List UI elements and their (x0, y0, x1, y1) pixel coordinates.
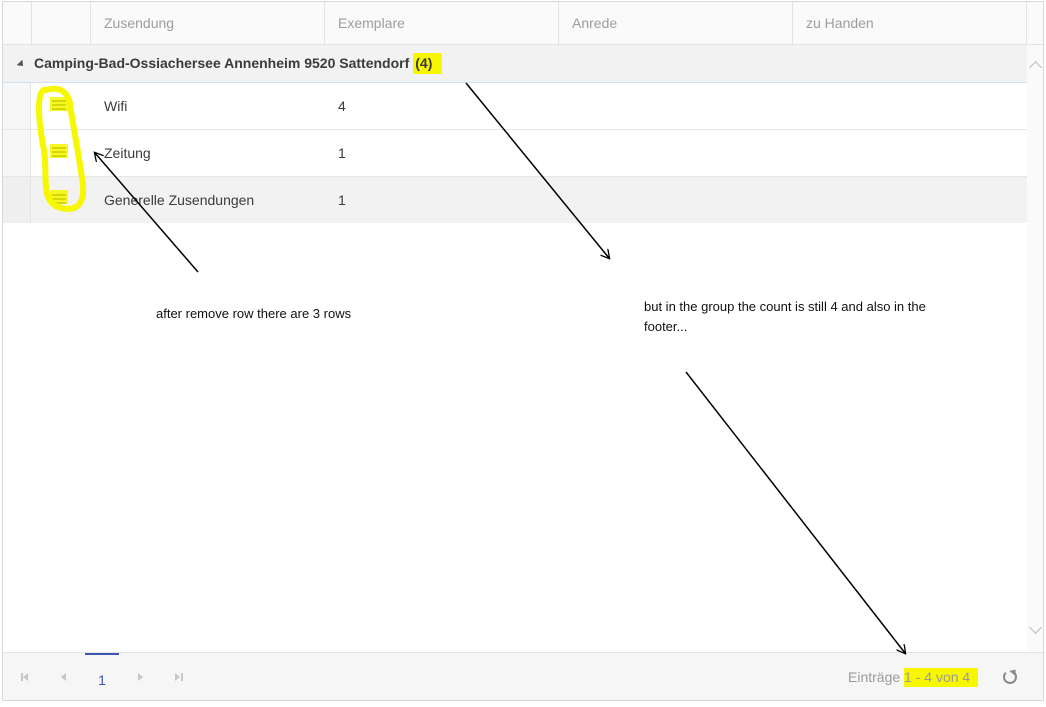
refresh-icon[interactable] (1003, 670, 1017, 684)
cell-zu-handen (793, 130, 1027, 176)
cell-zusendung: Generelle Zusendungen (104, 192, 255, 208)
table-row[interactable]: Generelle Zusendungen 1 (3, 177, 1027, 223)
header-zu-handen[interactable]: zu Handen (793, 2, 1027, 45)
row-action-cell (32, 83, 91, 129)
next-page-icon[interactable] (136, 671, 148, 683)
cell-anrede (559, 177, 793, 223)
group-title: Camping-Bad-Ossiachersee Annenheim 9520 … (34, 55, 410, 71)
header-zusendung[interactable]: Zusendung (91, 2, 325, 45)
cell-exemplare: 1 (338, 192, 346, 208)
row-action-cell (32, 177, 91, 223)
cell-zu-handen (793, 177, 1027, 223)
row-header (3, 130, 31, 176)
header-cell-blank (3, 2, 32, 45)
grid-footer-pager: 1 Einträge 1 - 4 von 4 (3, 652, 1043, 700)
cell-anrede (559, 83, 793, 129)
table-row[interactable]: Wifi 4 (3, 83, 1027, 130)
scroll-down-icon[interactable] (1029, 621, 1042, 634)
pager-info-prefix: Einträge (848, 669, 901, 685)
grid-header: Zusendung Exemplare Anrede zu Handen (3, 2, 1043, 45)
header-anrede[interactable]: Anrede (559, 2, 793, 45)
pager-info: Einträge 1 - 4 von 4 (848, 668, 979, 687)
data-grid: Zusendung Exemplare Anrede zu Handen Cam… (2, 1, 1044, 701)
row-header (3, 83, 31, 129)
page-number-button[interactable]: 1 (85, 653, 119, 700)
collapse-triangle-icon[interactable] (17, 58, 27, 68)
header-cell-actions (32, 2, 91, 45)
cell-zu-handen (793, 83, 1027, 129)
header-exemplare[interactable]: Exemplare (325, 2, 559, 45)
table-row[interactable]: Zeitung 1 (3, 130, 1027, 177)
menu-icon[interactable] (52, 147, 66, 159)
first-page-icon[interactable] (21, 671, 33, 683)
menu-icon[interactable] (52, 194, 66, 206)
vertical-scrollbar[interactable] (1027, 45, 1043, 652)
cell-zusendung: Zeitung (104, 145, 151, 161)
group-label: Camping-Bad-Ossiachersee Annenheim 9520 … (34, 53, 443, 74)
cell-anrede (559, 130, 793, 176)
last-page-icon[interactable] (173, 671, 185, 683)
prev-page-icon[interactable] (59, 671, 71, 683)
annotation-note-rows: after remove row there are 3 rows (156, 306, 352, 321)
menu-icon[interactable] (52, 100, 66, 112)
row-action-cell (32, 130, 91, 176)
scroll-up-icon[interactable] (1029, 61, 1042, 74)
cell-exemplare: 4 (338, 98, 346, 114)
annotation-note-count: but in the group the count is still 4 an… (644, 299, 926, 334)
group-count: (4) (413, 53, 443, 74)
cell-exemplare: 1 (338, 145, 346, 161)
cell-zusendung: Wifi (104, 98, 128, 114)
pager-info-range: 1 - 4 von 4 (904, 668, 979, 687)
row-header (3, 177, 31, 223)
group-row[interactable]: Camping-Bad-Ossiachersee Annenheim 9520 … (3, 45, 1027, 83)
